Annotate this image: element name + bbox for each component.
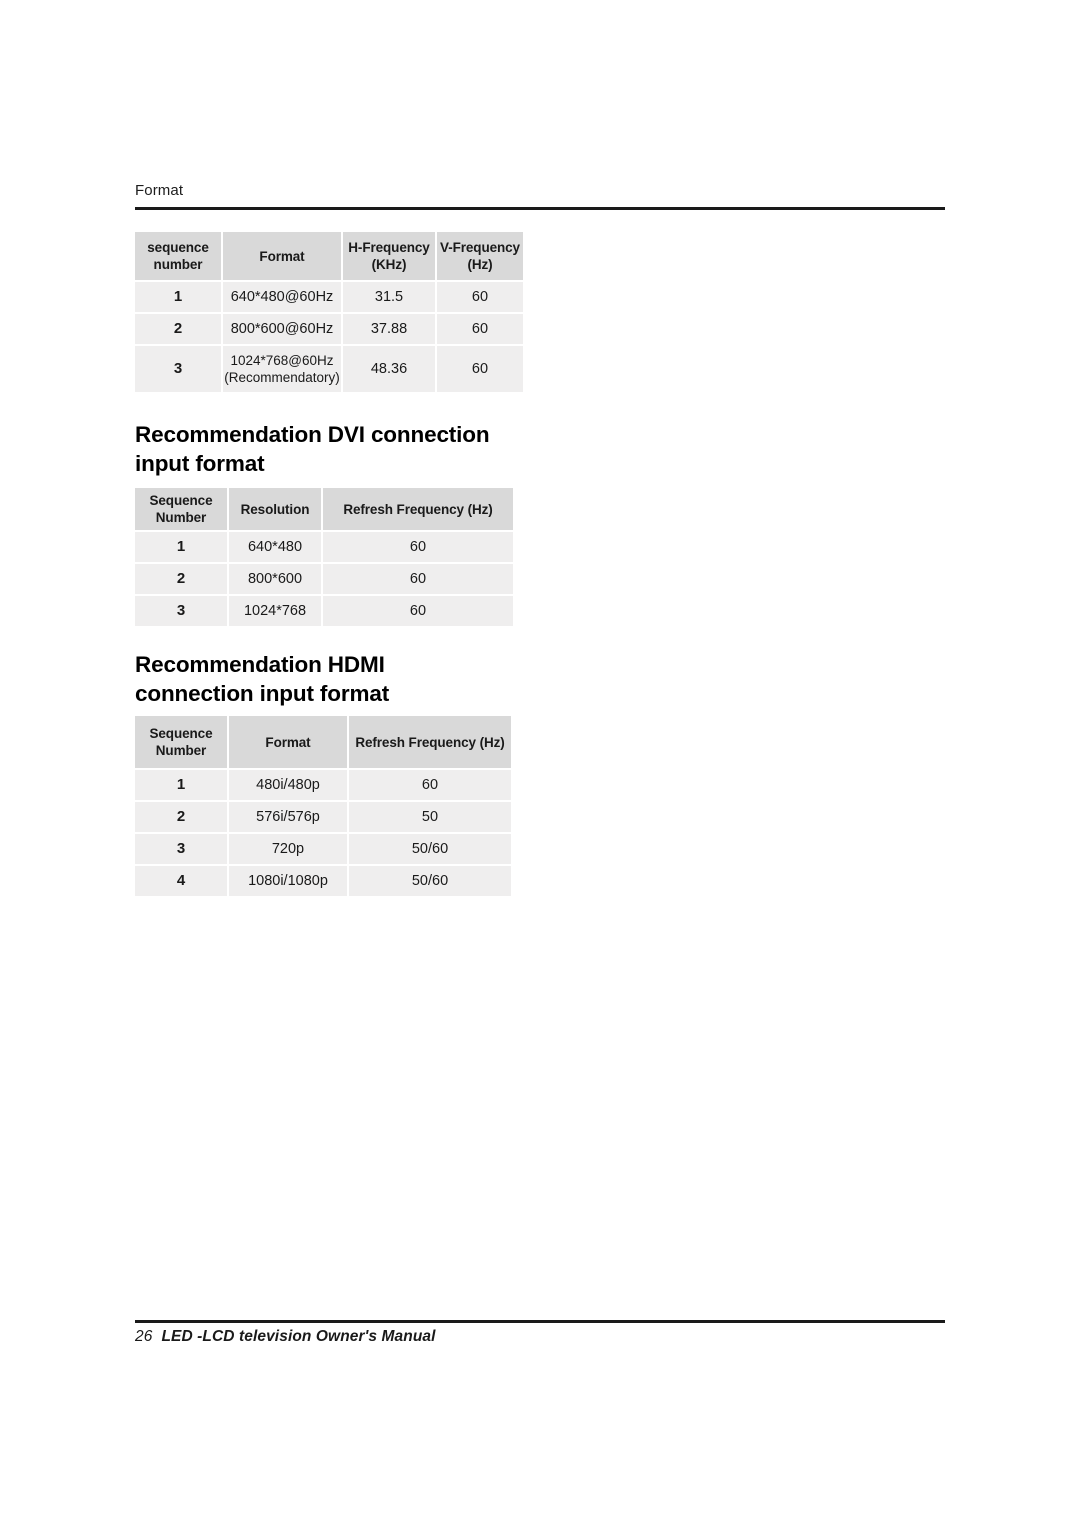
- header-divider-rule: [135, 207, 945, 210]
- page-number: 26: [135, 1328, 153, 1345]
- cell-sequence-number: 2: [135, 314, 221, 344]
- cell-format: 1080i/1080p: [229, 866, 347, 896]
- column-header-format: Format: [229, 716, 347, 768]
- cell-sequence-number: 2: [135, 802, 227, 832]
- dvi-input-format-table: Sequence Number Resolution Refresh Frequ…: [133, 486, 515, 628]
- cell-h-frequency: 31.5: [343, 282, 435, 312]
- cell-sequence-number: 1: [135, 770, 227, 800]
- manual-page: Format sequence number Format H-Frequenc…: [0, 0, 1080, 1527]
- cell-refresh-frequency: 50/60: [349, 834, 511, 864]
- cell-sequence-number: 3: [135, 596, 227, 626]
- cell-h-frequency: 37.88: [343, 314, 435, 344]
- cell-format: 480i/480p: [229, 770, 347, 800]
- manual-title: LED -LCD television Owner's Manual: [161, 1328, 436, 1345]
- table-row: 3 1024*768 60: [135, 596, 513, 626]
- hdmi-input-format-table: Sequence Number Format Refresh Frequency…: [133, 714, 513, 898]
- table-header-row: Sequence Number Format Refresh Frequency…: [135, 716, 511, 768]
- cell-sequence-number: 1: [135, 282, 221, 312]
- table-row: 3 1024*768@60Hz (Recommendatory) 48.36 6…: [135, 346, 523, 392]
- cell-sequence-number: 2: [135, 564, 227, 594]
- table-header-row: sequence number Format H-Frequency (KHz)…: [135, 232, 523, 280]
- cell-refresh-frequency: 50: [349, 802, 511, 832]
- cell-v-frequency: 60: [437, 346, 523, 392]
- cell-refresh-frequency: 50/60: [349, 866, 511, 896]
- cell-refresh-frequency: 60: [349, 770, 511, 800]
- table-row: 1 640*480 60: [135, 532, 513, 562]
- running-header-title: Format: [135, 182, 184, 199]
- cell-v-frequency: 60: [437, 314, 523, 344]
- cell-resolution: 800*600: [229, 564, 321, 594]
- table-row: 2 800*600@60Hz 37.88 60: [135, 314, 523, 344]
- cell-format: 720p: [229, 834, 347, 864]
- cell-format: 1024*768@60Hz (Recommendatory): [223, 346, 341, 392]
- table-row: 1 640*480@60Hz 31.5 60: [135, 282, 523, 312]
- column-header-h-frequency: H-Frequency (KHz): [343, 232, 435, 280]
- section-heading-hdmi: Recommendation HDMI connection input for…: [135, 652, 390, 706]
- column-header-sequence-number: sequence number: [135, 232, 221, 280]
- column-header-v-frequency: V-Frequency (Hz): [437, 232, 523, 280]
- cell-format: 640*480@60Hz: [223, 282, 341, 312]
- format-specs-table: sequence number Format H-Frequency (KHz)…: [133, 230, 525, 394]
- footer: 26 LED -LCD television Owner's Manual: [135, 1328, 436, 1346]
- cell-resolution: 1024*768: [229, 596, 321, 626]
- cell-format: 576i/576p: [229, 802, 347, 832]
- table-row: 2 800*600 60: [135, 564, 513, 594]
- cell-sequence-number: 4: [135, 866, 227, 896]
- cell-resolution: 640*480: [229, 532, 321, 562]
- table-row: 1 480i/480p 60: [135, 770, 511, 800]
- column-header-format: Format: [223, 232, 341, 280]
- footer-divider-rule: [135, 1320, 945, 1323]
- cell-sequence-number: 1: [135, 532, 227, 562]
- column-header-sequence-number: Sequence Number: [135, 716, 227, 768]
- cell-sequence-number: 3: [135, 346, 221, 392]
- table-row: 3 720p 50/60: [135, 834, 511, 864]
- section-heading-dvi: Recommendation DVI connection input form…: [135, 422, 490, 476]
- cell-refresh-frequency: 60: [323, 564, 513, 594]
- column-header-sequence-number: Sequence Number: [135, 488, 227, 530]
- cell-refresh-frequency: 60: [323, 596, 513, 626]
- cell-v-frequency: 60: [437, 282, 523, 312]
- table-row: 2 576i/576p 50: [135, 802, 511, 832]
- column-header-refresh-frequency: Refresh Frequency (Hz): [349, 716, 511, 768]
- cell-format: 800*600@60Hz: [223, 314, 341, 344]
- table-row: 4 1080i/1080p 50/60: [135, 866, 511, 896]
- column-header-resolution: Resolution: [229, 488, 321, 530]
- cell-sequence-number: 3: [135, 834, 227, 864]
- table-header-row: Sequence Number Resolution Refresh Frequ…: [135, 488, 513, 530]
- cell-refresh-frequency: 60: [323, 532, 513, 562]
- column-header-refresh-frequency: Refresh Frequency (Hz): [323, 488, 513, 530]
- cell-h-frequency: 48.36: [343, 346, 435, 392]
